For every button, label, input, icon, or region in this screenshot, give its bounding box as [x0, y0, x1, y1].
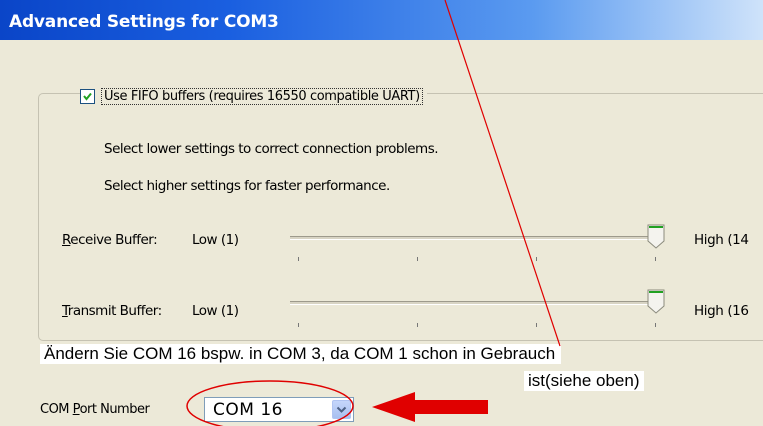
combo-dropdown-button[interactable] — [332, 400, 351, 419]
transmit-high-label: High (16 — [694, 303, 749, 319]
chevron-down-icon — [336, 406, 347, 413]
transmit-slider-thumb[interactable] — [646, 289, 666, 315]
fifo-checkbox-label[interactable]: Use FIFO buffers (requires 16550 compati… — [101, 87, 423, 105]
fifo-checkbox[interactable] — [80, 88, 95, 104]
receive-low-label: Low (1) — [192, 232, 239, 248]
annotation-line-1: Ändern Sie COM 16 bspw. in COM 3, da COM… — [40, 344, 562, 364]
transmit-tick — [536, 323, 537, 327]
annotation-line-2: ist(siehe oben) — [524, 371, 644, 391]
transmit-tick — [417, 323, 418, 327]
com-port-label: COM Port Number — [40, 402, 150, 417]
window-title: Advanced Settings for COM3 — [9, 12, 279, 32]
title-bar: Advanced Settings for COM3 — [0, 0, 763, 40]
transmit-buffer-label: Transmit Buffer: — [62, 303, 162, 319]
receive-tick — [298, 257, 299, 261]
transmit-buffer-label-rest: ransmit Buffer: — [67, 303, 162, 319]
transmit-tick — [655, 323, 656, 327]
receive-tick — [417, 257, 418, 261]
receive-high-label: High (14 — [694, 232, 749, 248]
receive-slider-thumb[interactable] — [646, 224, 666, 250]
com-port-label-a: COM — [40, 402, 73, 417]
com-port-value: COM 16 — [213, 400, 283, 420]
hint-higher-text: Select higher settings for faster perfor… — [104, 178, 390, 194]
transmit-slider-track[interactable] — [290, 301, 662, 305]
com-port-select[interactable]: COM 16 — [204, 397, 354, 422]
receive-tick — [655, 257, 656, 261]
com-port-label-b: ort Number — [79, 402, 150, 417]
transmit-tick — [298, 323, 299, 327]
receive-tick — [536, 257, 537, 261]
transmit-low-label: Low (1) — [192, 303, 239, 319]
receive-buffer-label-rest: eceive Buffer: — [70, 232, 158, 248]
fifo-checkbox-row[interactable]: Use FIFO buffers (requires 16550 compati… — [80, 86, 427, 106]
receive-buffer-label: Receive Buffer: — [62, 232, 158, 248]
receive-slider-track[interactable] — [290, 236, 662, 240]
hint-lower-text: Select lower settings to correct connect… — [104, 141, 439, 157]
check-icon — [83, 92, 92, 101]
